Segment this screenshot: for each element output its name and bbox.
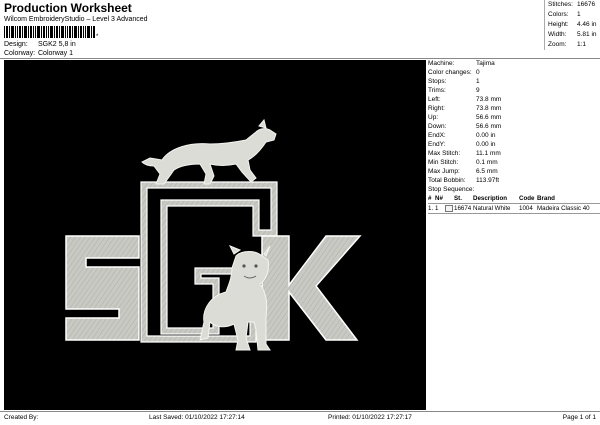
stat-stitches: Stitches: 16676 [545, 0, 600, 10]
machine-info-panel: Machine: Tajima Color changes: 0 Stops: 1 T… [428, 59, 600, 214]
info-label: Stops: [428, 78, 447, 85]
colorway-label: Colorway: [4, 50, 36, 57]
letter-s [65, 235, 140, 341]
info-value: 56.6 mm [476, 123, 502, 130]
cell-brand: Madeira Classic 40 [537, 205, 590, 212]
info-value: 56.6 mm [476, 114, 502, 121]
cell-num: 1. [428, 205, 434, 212]
stat-label: Width: [548, 31, 567, 38]
info-row-machine: Machine: Tajima [428, 59, 600, 68]
cell-stitches: 16674 [454, 205, 472, 212]
stat-value: 16676 [577, 1, 596, 8]
leaping-dog-figure [141, 118, 277, 185]
info-row-left: Left: 73.8 mm [428, 95, 600, 104]
info-value: Tajima [476, 60, 495, 67]
info-value: 73.8 mm [476, 105, 502, 112]
info-value: 0 [476, 69, 480, 76]
footer-last-saved: Last Saved: 01/10/2022 17:27:14 [149, 414, 245, 421]
info-label: Machine: [428, 60, 455, 67]
info-label: Total Bobbin: [428, 177, 466, 184]
info-row-min-stitch: Min Stitch: 0.1 mm [428, 158, 600, 167]
info-label: Down: [428, 123, 447, 130]
colorway-value: Colorway 1 [38, 50, 74, 57]
colorway-row: Colorway: Colorway 1 [4, 50, 73, 57]
info-row-trims: Trims: 9 [428, 86, 600, 95]
thread-swatch [445, 204, 453, 212]
info-label: Color changes: [428, 69, 472, 76]
stat-label: Stitches: [548, 1, 573, 8]
info-value: 1 [476, 78, 480, 85]
info-row-endx: EndX: 0.00 in [428, 131, 600, 140]
footer: Created By: Last Saved: 01/10/2022 17:27… [0, 411, 600, 425]
table-row: 1. 1 16674 Natural White 1004 Madeira Cl… [428, 204, 600, 213]
info-value: 9 [476, 87, 480, 94]
info-label: Left: [428, 96, 441, 103]
info-row-stops: Stops: 1 [428, 77, 600, 86]
info-row-max-stitch: Max Stitch: 11.1 mm [428, 149, 600, 158]
info-value: 0.00 in [476, 141, 496, 148]
stat-value: 1:1 [577, 41, 587, 48]
col-description: Description [473, 195, 508, 202]
info-value: 113.97ft [476, 177, 500, 184]
info-label: EndY: [428, 141, 446, 148]
cell-code: 1004 [519, 205, 533, 212]
info-label: Right: [428, 105, 445, 112]
info-row-down: Down: 56.6 mm [428, 122, 600, 131]
col-stitches: St. [454, 195, 462, 202]
stat-label: Colors: [548, 11, 569, 18]
info-value: 11.1 mm [476, 150, 501, 157]
stat-height: Height: 4.46 in [545, 20, 600, 30]
letter-k [261, 235, 362, 341]
info-value: 73.8 mm [476, 96, 502, 103]
stat-value: 4.46 in [577, 21, 597, 28]
stop-sequence-title: Stop Sequence: [428, 186, 475, 193]
stat-label: Zoom: [548, 41, 567, 48]
barcode-text: * [96, 34, 99, 40]
footer-page-number: Page 1 of 1 [562, 414, 596, 421]
info-label: Max Stitch: [428, 150, 461, 157]
production-worksheet: Production Worksheet Wilcom EmbroiderySt… [0, 0, 600, 424]
info-label: Trims: [428, 87, 446, 94]
page-title: Production Worksheet [4, 1, 132, 15]
software-subtitle: Wilcom EmbroideryStudio – Level 3 Advanc… [4, 16, 148, 23]
stat-colors: Colors: 1 [545, 10, 600, 20]
stop-sequence-divider [428, 213, 600, 214]
info-label: Max Jump: [428, 168, 460, 175]
cell-swatch [445, 204, 454, 213]
footer-created-by: Created By: [4, 414, 39, 421]
stat-zoom: Zoom: 1:1 [545, 40, 600, 50]
embroidery-artwork [65, 118, 362, 351]
cell-description: Natural White [473, 205, 511, 212]
col-num: # [428, 195, 432, 202]
design-value: SGK2 5,8 in [38, 41, 76, 48]
col-code: Code [519, 195, 535, 202]
info-value: 0.1 mm [476, 159, 498, 166]
info-label: Up: [428, 114, 439, 121]
design-label: Design: [4, 41, 28, 48]
barcode [4, 26, 95, 38]
stat-width: Width: 5.81 in [545, 30, 600, 40]
info-row-color-changes: Color changes: 0 [428, 68, 600, 77]
stop-sequence-header: # N# St. Description Code Brand [428, 194, 600, 204]
col-n: N# [435, 195, 443, 202]
col-swatch [445, 194, 454, 203]
info-row-endy: EndY: 0.00 in [428, 140, 600, 149]
design-row: Design: SGK2 5,8 in [4, 41, 76, 48]
summary-stats: Stitches: 16676 Colors: 1 Height: 4.46 in W… [544, 0, 600, 50]
col-brand: Brand [537, 195, 555, 202]
info-row-total-bobbin: Total Bobbin: 113.97ft [428, 176, 600, 185]
cell-n: 1 [435, 205, 439, 212]
info-label: EndX: [428, 132, 446, 139]
stat-value: 5.81 in [577, 31, 597, 38]
stat-value: 1 [577, 11, 581, 18]
info-row-right: Right: 73.8 mm [428, 104, 600, 113]
info-row-up: Up: 56.6 mm [428, 113, 600, 122]
info-value: 0.00 in [476, 132, 496, 139]
footer-printed: Printed: 01/10/2022 17:27:17 [328, 414, 412, 421]
info-value: 6.5 mm [476, 168, 498, 175]
stat-label: Height: [548, 21, 569, 28]
info-label: Min Stitch: [428, 159, 459, 166]
info-row-max-jump: Max Jump: 6.5 mm [428, 167, 600, 176]
design-preview [4, 60, 426, 410]
